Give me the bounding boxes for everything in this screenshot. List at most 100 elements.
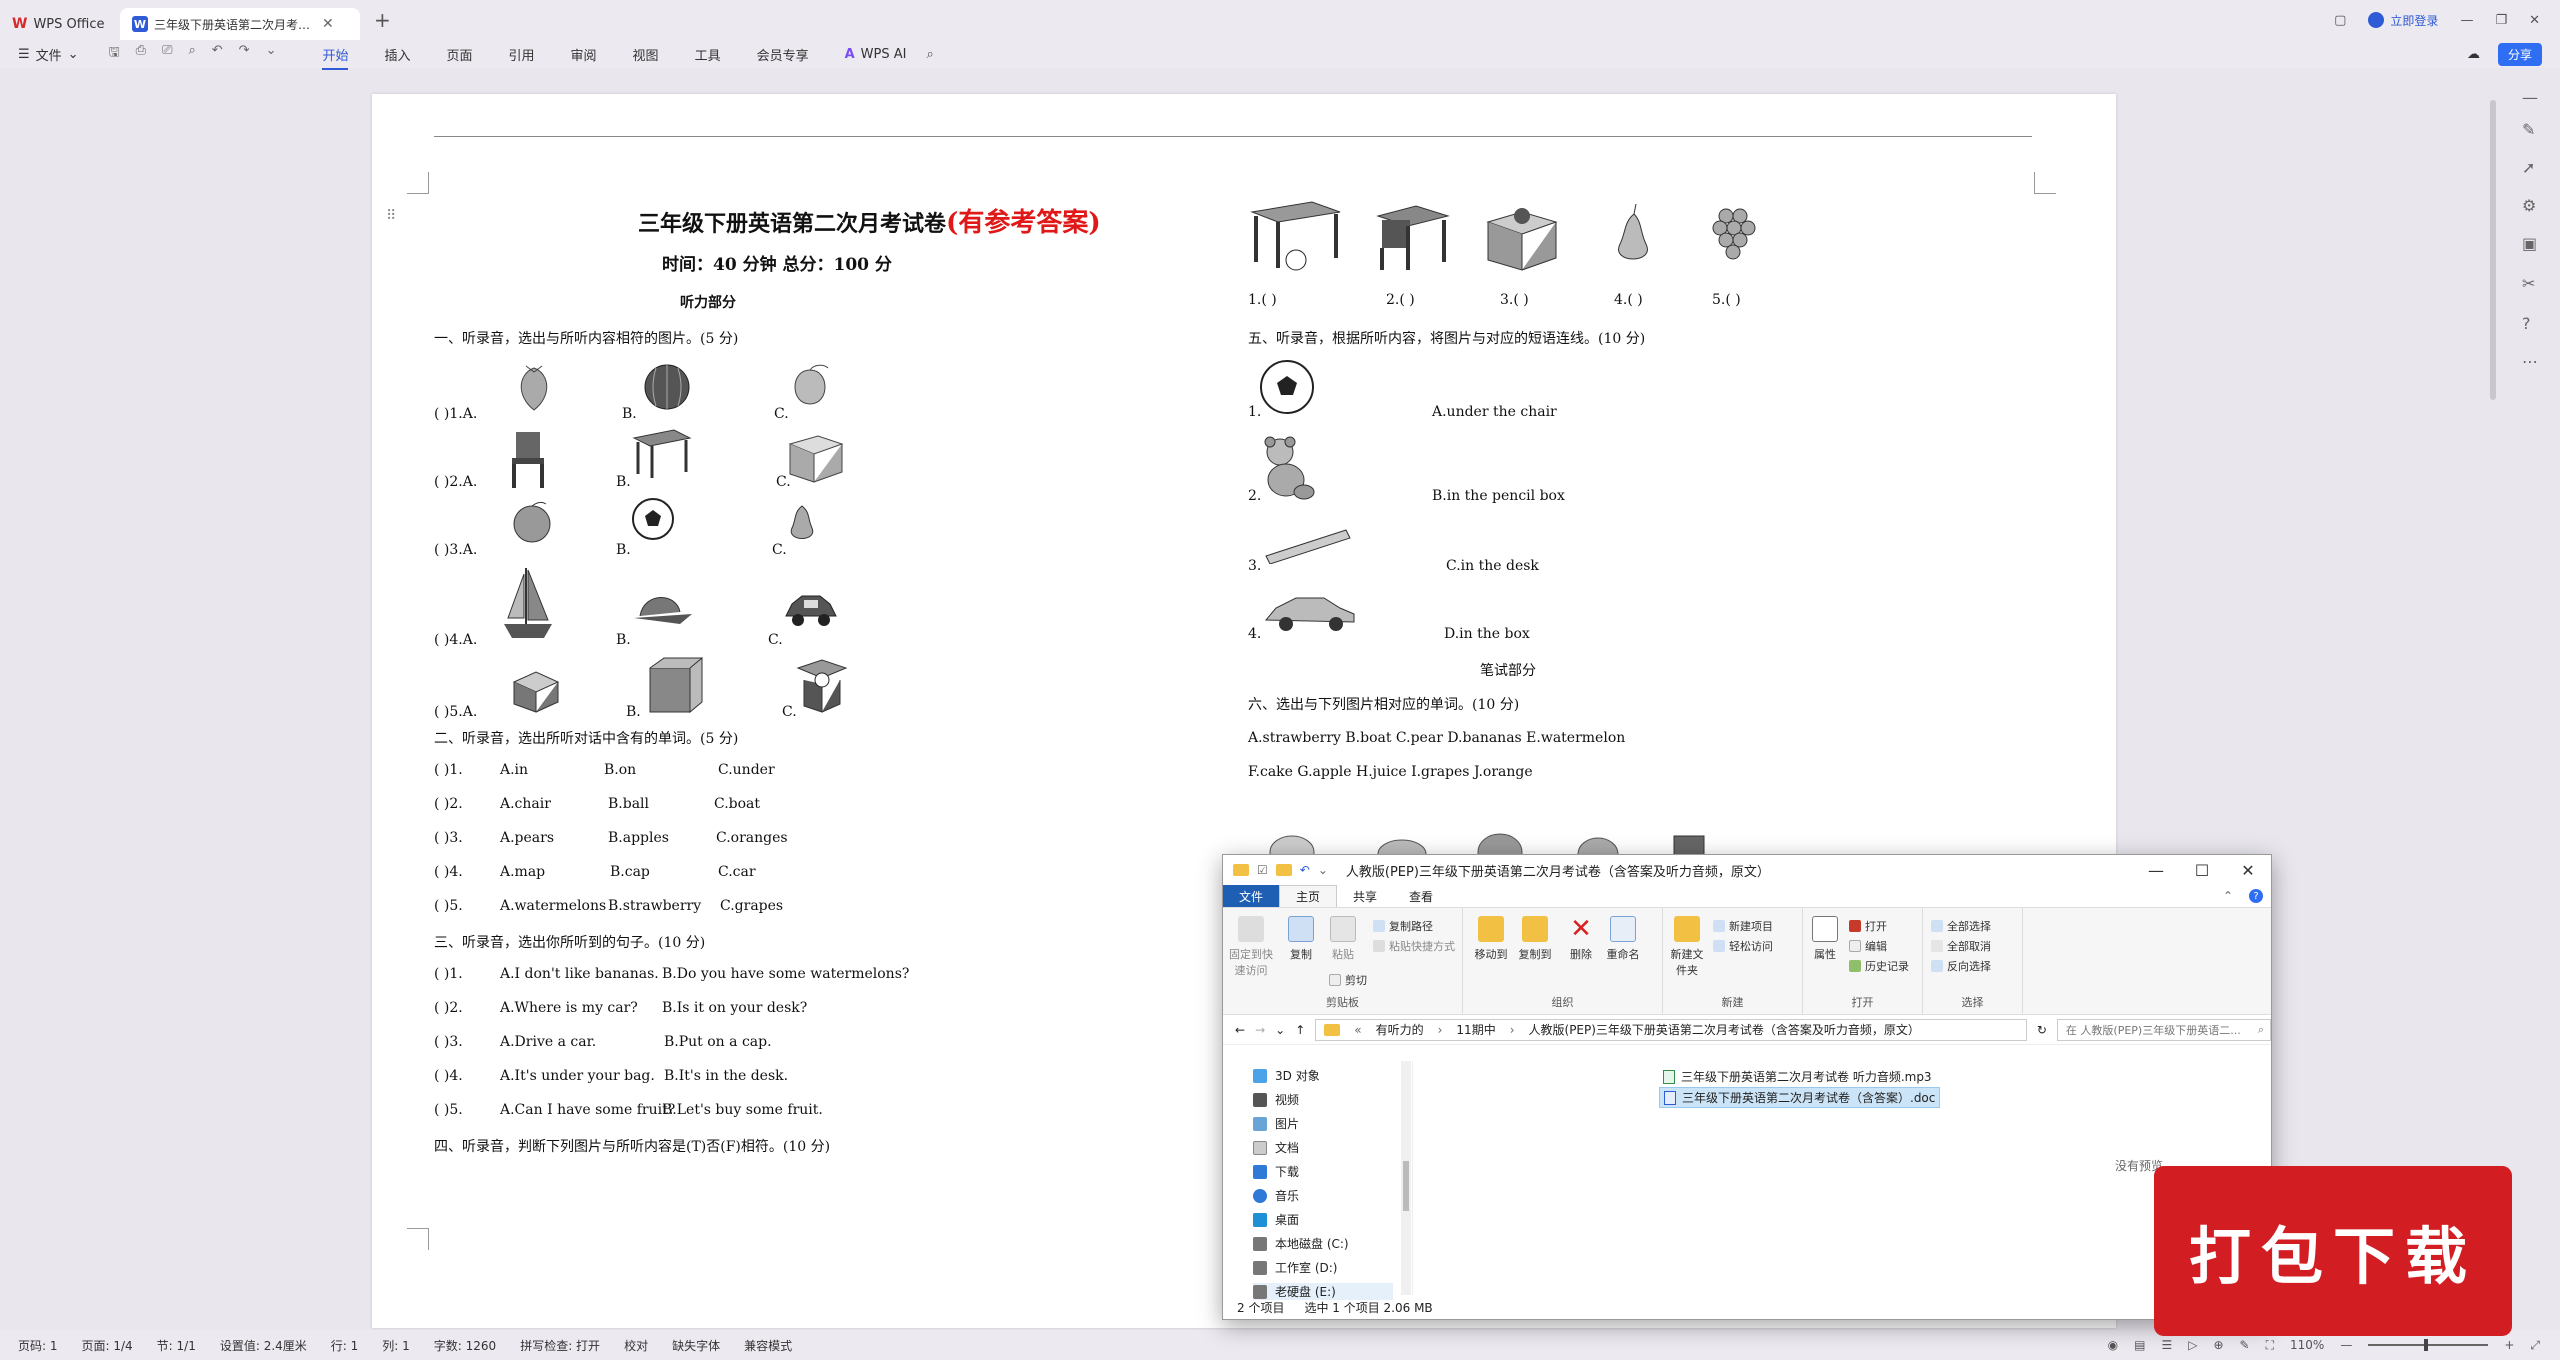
new-tab-icon[interactable]: +: [374, 8, 391, 32]
close-tab-icon[interactable]: ✕: [322, 16, 334, 32]
nav-item[interactable]: 本地磁盘 (C:): [1253, 1235, 1349, 1252]
nav-item[interactable]: 3D 对象: [1253, 1067, 1320, 1084]
tab-share[interactable]: 共享: [1337, 888, 1393, 905]
more-icon[interactable]: ⋯: [2522, 352, 2538, 371]
tab-review[interactable]: 审阅: [571, 45, 597, 64]
fullscreen-icon[interactable]: ⤢: [2530, 1338, 2540, 1353]
tab-home[interactable]: 主页: [1279, 885, 1338, 907]
properties-icon[interactable]: ☑: [1257, 863, 1268, 877]
nav-item[interactable]: 文档: [1253, 1139, 1299, 1156]
eye-icon[interactable]: ◉: [2108, 1338, 2118, 1352]
minus-icon[interactable]: —: [2522, 88, 2538, 107]
status-proof[interactable]: 校对: [624, 1337, 648, 1354]
chevron-down-icon[interactable]: ⌄: [1318, 863, 1328, 877]
zoom-in-icon[interactable]: +: [2504, 1338, 2514, 1352]
play-icon[interactable]: ▷: [2188, 1338, 2197, 1352]
login-button[interactable]: 立即登录: [2368, 12, 2438, 29]
status-missing-font[interactable]: 缺失字体: [672, 1337, 720, 1354]
close-icon[interactable]: ✕: [2225, 855, 2271, 885]
breadcrumb-item[interactable]: 11期中: [1456, 1021, 1495, 1038]
breadcrumb-item[interactable]: 人教版(PEP)三年级下册英语第二次月考试卷（含答案及听力音频，原文）: [1529, 1021, 1920, 1038]
select-all-button[interactable]: 全部选择: [1931, 918, 1991, 934]
easy-access-button[interactable]: 轻松访问: [1713, 938, 1773, 954]
history-button[interactable]: 历史记录: [1849, 958, 1909, 974]
zoom-slider[interactable]: [2368, 1339, 2489, 1351]
file-explorer-window[interactable]: ☑ ↶ ⌄ 人教版(PEP)三年级下册英语第二次月考试卷（含答案及听力音频，原文…: [1222, 854, 2272, 1320]
redo-icon[interactable]: ↷: [239, 43, 250, 65]
vertical-scrollbar[interactable]: [2490, 100, 2496, 400]
new-folder-button[interactable]: 新建文件夹: [1667, 916, 1707, 978]
download-stamp[interactable]: 打包下载: [2160, 1172, 2506, 1330]
paste-button[interactable]: 粘贴: [1325, 916, 1361, 962]
invert-selection-button[interactable]: 反向选择: [1931, 958, 1991, 974]
status-pages[interactable]: 页面: 1/4: [82, 1337, 133, 1354]
nav-item[interactable]: 下载: [1253, 1163, 1299, 1180]
nav-item[interactable]: 图片: [1253, 1115, 1299, 1132]
tab-insert[interactable]: 插入: [384, 45, 410, 64]
nav-item[interactable]: 音乐: [1253, 1187, 1299, 1204]
search-input[interactable]: 在 人教版(PEP)三年级下册英语二... ⌕: [2056, 1018, 2271, 1041]
nav-item[interactable]: 桌面: [1253, 1211, 1299, 1228]
tab-document[interactable]: W 三年级下册英语第二次月考试卷 ✕: [120, 8, 360, 40]
print-icon[interactable]: ⎚: [162, 43, 172, 65]
export-icon[interactable]: ⎙: [136, 43, 146, 65]
wps-ai-button[interactable]: A WPS AI: [845, 47, 907, 62]
maximize-icon[interactable]: ☐: [2179, 855, 2225, 885]
zoom-out-icon[interactable]: —: [2340, 1338, 2352, 1352]
outline-icon[interactable]: ☰: [2161, 1338, 2172, 1352]
nav-item[interactable]: 视频: [1253, 1091, 1299, 1108]
select-none-button[interactable]: 全部取消: [1931, 938, 1991, 954]
delete-button[interactable]: ✕ 删除: [1563, 916, 1599, 962]
tab-member[interactable]: 会员专享: [757, 45, 809, 64]
properties-button[interactable]: 属性: [1809, 916, 1841, 962]
explorer-title-bar[interactable]: ☑ ↶ ⌄ 人教版(PEP)三年级下册英语第二次月考试卷（含答案及听力音频，原文…: [1223, 855, 2271, 885]
close-icon[interactable]: ✕: [2529, 13, 2540, 28]
zoom-level[interactable]: 110%: [2290, 1338, 2324, 1352]
window-icon[interactable]: ▢: [2334, 13, 2346, 28]
minimize-icon[interactable]: —: [2133, 855, 2179, 885]
tab-file[interactable]: 文件: [1223, 885, 1280, 907]
file-item[interactable]: 三年级下册英语第二次月考试卷（含答案）.doc: [1659, 1087, 1941, 1108]
status-spell-check[interactable]: 拼写检查: 打开: [520, 1337, 600, 1354]
tab-start[interactable]: 开始: [322, 45, 349, 70]
collapse-ribbon-icon[interactable]: ⌃: [2207, 889, 2249, 903]
refresh-icon[interactable]: ↻: [2037, 1023, 2047, 1037]
tools-icon[interactable]: ✂: [2522, 274, 2535, 293]
cut-button[interactable]: 剪切: [1329, 972, 1367, 988]
nav-scrollbar[interactable]: [1401, 1061, 1411, 1295]
preview-icon[interactable]: ⌕: [188, 43, 195, 65]
back-icon[interactable]: ←: [1235, 1023, 1245, 1037]
move-to-button[interactable]: 移动到: [1471, 916, 1511, 962]
cloud-icon[interactable]: ☁: [2467, 47, 2480, 62]
chevron-down-icon[interactable]: ⌄: [1275, 1023, 1285, 1037]
save-icon[interactable]: 🖫: [109, 43, 120, 65]
copy-to-button[interactable]: 复制到: [1515, 916, 1555, 962]
drag-handle-icon[interactable]: ⠿: [386, 208, 396, 224]
share-button[interactable]: 分享: [2497, 42, 2542, 66]
settings-icon[interactable]: ⚙: [2522, 196, 2536, 215]
more-icon[interactable]: ⌄: [266, 43, 277, 65]
tab-wps-office[interactable]: W WPS Office: [0, 8, 120, 40]
edit-button[interactable]: 编辑: [1849, 938, 1887, 954]
edit-icon[interactable]: ✎: [2240, 1338, 2250, 1352]
copy-button[interactable]: 复制: [1283, 916, 1319, 962]
tab-view[interactable]: 视图: [633, 45, 659, 64]
tab-page[interactable]: 页面: [447, 45, 473, 64]
web-icon[interactable]: ⊕: [2213, 1338, 2223, 1352]
file-menu[interactable]: ☰ 文件 ⌄: [18, 45, 79, 64]
tab-reference[interactable]: 引用: [509, 45, 535, 64]
tab-view[interactable]: 查看: [1393, 888, 1449, 905]
new-folder-icon[interactable]: [1275, 864, 1292, 876]
breadcrumb-item[interactable]: 有听力的: [1376, 1021, 1424, 1038]
cursor-icon[interactable]: ➚: [2522, 158, 2535, 177]
help-icon[interactable]: ?: [2249, 889, 2263, 903]
fit-icon[interactable]: ⛶: [2266, 1338, 2274, 1353]
page-view-icon[interactable]: ▤: [2134, 1338, 2145, 1352]
open-button[interactable]: 打开: [1849, 918, 1887, 934]
up-icon[interactable]: ↑: [1295, 1023, 1305, 1037]
copy-path-button[interactable]: 复制路径: [1373, 918, 1433, 934]
file-item[interactable]: 三年级下册英语第二次月考试卷 听力音频.mp3: [1659, 1067, 1936, 1086]
minimize-icon[interactable]: —: [2460, 13, 2473, 28]
pen-icon[interactable]: ✎: [2522, 120, 2535, 139]
rename-button[interactable]: 重命名: [1603, 916, 1643, 962]
